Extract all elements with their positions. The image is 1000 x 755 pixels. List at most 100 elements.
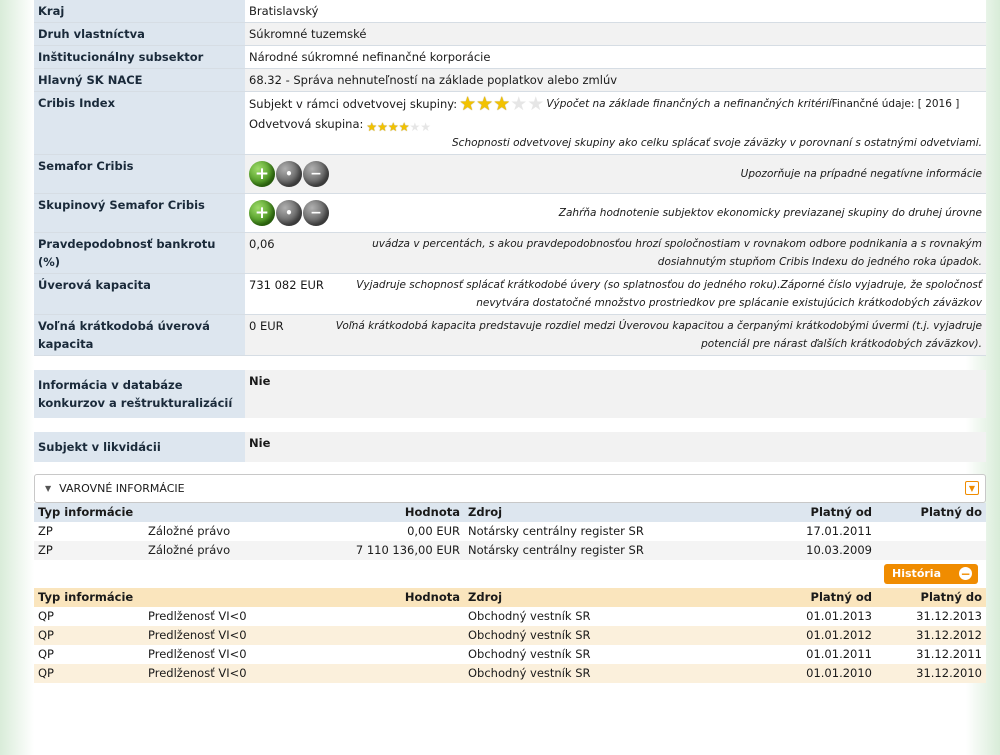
table-row: QP Predlženosť VI<0 Obchodný vestník SR …	[34, 644, 986, 664]
nazov-cell: Záložné právo	[144, 540, 274, 560]
warnings-table: Typ informácie Hodnota Zdroj Platný od P…	[34, 502, 986, 560]
star-icon: ★	[387, 120, 399, 134]
nazov-cell: Predlženosť VI<0	[144, 644, 274, 664]
skup-semafor-desc: Zahŕňa hodnotenie subjektov ekonomicky p…	[558, 207, 982, 219]
bankrot-desc: uvádza v percentách, s akou pravdepodobn…	[372, 238, 982, 268]
info-value: Nie	[245, 431, 986, 462]
info-row-uverova: Úverová kapacita 731 082 EUR Vyjadruje s…	[34, 273, 986, 315]
semafor-desc: Upozorňuje na prípadné negatívne informá…	[740, 168, 982, 180]
platny-do-cell	[876, 540, 986, 560]
col-blank	[144, 587, 274, 607]
info-row-konkurz: Informácia v databáze konkurzov a reštru…	[34, 369, 986, 418]
info-label: Skupinový Semafor Cribis	[34, 193, 245, 233]
platny-od-cell: 01.01.2011	[704, 644, 876, 664]
company-detail-page: Kraj Bratislavský Druh vlastníctva Súkro…	[34, 0, 986, 683]
table-row: QP Predlženosť VI<0 Obchodný vestník SR …	[34, 625, 986, 645]
zdroj-cell: Obchodný vestník SR	[464, 644, 704, 664]
volna-value: 0 EUR	[249, 319, 284, 333]
info-label: Kraj	[34, 0, 245, 23]
group-rating-stars: ★ ★ ★ ★ ★ ★	[366, 115, 431, 133]
hodnota-cell	[274, 663, 464, 683]
info-value: Bratislavský	[245, 0, 986, 23]
typ-cell: QP	[34, 625, 144, 645]
platny-od-cell: 10.03.2009	[704, 540, 876, 560]
platny-do-cell: 31.12.2012	[876, 625, 986, 645]
zdroj-cell: Obchodný vestník SR	[464, 625, 704, 645]
semafor-lights: + • −	[249, 161, 349, 187]
history-header-row: Typ informácie Hodnota Zdroj Platný od P…	[34, 587, 986, 607]
table-row: QP Predlženosť VI<0 Obchodný vestník SR …	[34, 663, 986, 683]
minus-icon: −	[303, 200, 329, 226]
star-icon: ★	[377, 120, 388, 134]
group-note: Schopnosti odvetvovej skupiny ako celku …	[452, 137, 982, 149]
collapse-minus-icon: −	[959, 566, 972, 581]
warnings-header-row: Typ informácie Hodnota Zdroj Platný od P…	[34, 502, 986, 522]
uverova-value: 731 082 EUR	[249, 278, 324, 292]
typ-cell: ZP	[34, 521, 144, 541]
history-table: Typ informácie Hodnota Zdroj Platný od P…	[34, 587, 986, 683]
typ-cell: QP	[34, 663, 144, 683]
star-empty-icon: ★	[527, 93, 545, 115]
col-platny-od: Platný od	[704, 587, 876, 607]
semafor-cell: + • − Upozorňuje na prípadné negatívne i…	[245, 154, 986, 194]
cribis-index-cell: Subjekt v rámci odvetvovej skupiny: ★★★★…	[245, 91, 986, 155]
star-icon: ★	[493, 93, 511, 115]
semafor-lights: + • −	[249, 200, 349, 226]
history-bar: História −	[34, 559, 986, 588]
info-value: Nie	[245, 369, 986, 418]
info-row-druh: Druh vlastníctva Súkromné tuzemské	[34, 22, 986, 46]
col-typ: Typ informácie	[34, 587, 144, 607]
info-row-cribis-index: Cribis Index Subjekt v rámci odvetvovej …	[34, 91, 986, 155]
hodnota-cell	[274, 644, 464, 664]
collapse-triangle-icon[interactable]: ▼	[45, 484, 51, 493]
zdroj-cell: Obchodný vestník SR	[464, 663, 704, 683]
history-button[interactable]: História −	[884, 563, 978, 584]
typ-cell: QP	[34, 606, 144, 626]
hodnota-cell	[274, 606, 464, 626]
col-zdroj: Zdroj	[464, 502, 704, 522]
info-label: Pravdepodobnosť bankrotu (%)	[34, 232, 245, 274]
col-platny-do: Platný do	[876, 587, 986, 607]
platny-od-cell: 01.01.2012	[704, 625, 876, 645]
nazov-cell: Predlženosť VI<0	[144, 625, 274, 645]
skup-semafor-cell: + • − Zahŕňa hodnotenie subjektov ekonom…	[245, 193, 986, 233]
subject-rating-stars: ★★★★★	[459, 93, 545, 115]
platny-do-cell: 31.12.2011	[876, 644, 986, 664]
star-empty-icon: ★	[510, 93, 528, 115]
info-label: Voľná krátkodobá úverová kapacita	[34, 314, 245, 356]
info-row-semafor: Semafor Cribis + • − Upozorňuje na prípa…	[34, 154, 986, 194]
history-button-label: História	[892, 567, 941, 580]
info-row-kraj: Kraj Bratislavský	[34, 0, 986, 23]
platny-od-cell: 01.01.2013	[704, 606, 876, 626]
info-label: Druh vlastníctva	[34, 22, 245, 46]
info-label: Semafor Cribis	[34, 154, 245, 194]
star-icon: ★	[476, 93, 494, 115]
expand-toggle-icon[interactable]: ▼	[965, 481, 979, 495]
info-row-bankrot: Pravdepodobnosť bankrotu (%) 0,06 uvádza…	[34, 232, 986, 274]
info-label: Úverová kapacita	[34, 273, 245, 315]
volna-cell: 0 EUR Voľná krátkodobá kapacita predstav…	[245, 314, 986, 356]
table-row: ZP Záložné právo 0,00 EUR Notársky centr…	[34, 521, 986, 541]
col-hodnota: Hodnota	[274, 502, 464, 522]
typ-cell: QP	[34, 644, 144, 664]
platny-od-cell: 01.01.2010	[704, 663, 876, 683]
info-value: 68.32 - Správa nehnuteľností na základe …	[245, 68, 986, 92]
col-hodnota: Hodnota	[274, 587, 464, 607]
star-empty-icon: ★	[420, 120, 431, 134]
col-typ: Typ informácie	[34, 502, 144, 522]
plus-icon: +	[249, 161, 275, 187]
info-row-volna: Voľná krátkodobá úverová kapacita 0 EUR …	[34, 314, 986, 356]
platny-do-cell: 31.12.2013	[876, 606, 986, 626]
calc-note: Výpočet na základe finančných a nefinanč…	[546, 98, 832, 110]
info-label: Subjekt v likvidácii	[34, 431, 245, 462]
nazov-cell: Predlženosť VI<0	[144, 606, 274, 626]
info-row-skup-semafor: Skupinový Semafor Cribis + • − Zahŕňa ho…	[34, 193, 986, 233]
warnings-section-header[interactable]: ▼ VAROVNÉ INFORMÁCIE ▼	[34, 473, 986, 503]
hodnota-cell: 0,00 EUR	[274, 521, 464, 541]
platny-od-cell: 17.01.2011	[704, 521, 876, 541]
volna-desc: Voľná krátkodobá kapacita predstavuje ro…	[335, 320, 982, 350]
typ-cell: ZP	[34, 540, 144, 560]
zdroj-cell: Notársky centrálny register SR	[464, 521, 704, 541]
info-label: Informácia v databáze konkurzov a reštru…	[34, 369, 245, 418]
platny-do-cell: 31.12.2010	[876, 663, 986, 683]
